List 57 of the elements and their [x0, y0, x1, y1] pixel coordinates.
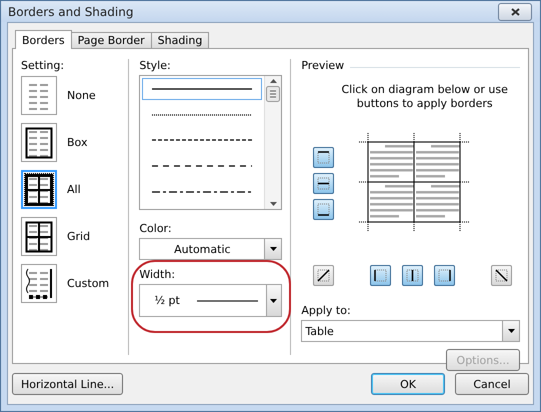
line-width-sample [196, 300, 258, 302]
border-toggle-button[interactable] [313, 146, 334, 168]
setting-label: All [67, 183, 81, 196]
top-border-icon [315, 148, 332, 166]
diagonal-up-border-icon [315, 267, 332, 284]
dialog-button[interactable]: OK [371, 373, 445, 395]
dialog-button[interactable]: Cancel [455, 373, 529, 395]
scroll-up-icon [270, 79, 277, 83]
color-dropdown[interactable]: Automatic [139, 238, 282, 260]
right-border-icon [436, 267, 454, 284]
grid-border-icon [25, 220, 53, 252]
setting-label: Grid [67, 230, 90, 243]
border-toggle-button[interactable] [313, 265, 334, 286]
scroll-down-icon [270, 202, 277, 206]
close-icon [510, 8, 520, 16]
setting-option[interactable] [21, 264, 57, 303]
color-label: Color: [139, 222, 173, 235]
border-toggle-button[interactable] [370, 265, 392, 286]
setting-label: Box [67, 136, 88, 149]
scroll-thumb[interactable] [266, 86, 280, 102]
width-dropdown[interactable]: ½ pt [139, 284, 282, 317]
width-label: Width: [139, 268, 176, 281]
setting-label: Setting: [21, 59, 66, 72]
tab[interactable]: Shading [150, 32, 210, 48]
border-toggle-button[interactable] [490, 265, 512, 286]
window-title: Borders and Shading [8, 4, 134, 18]
all-border-icon [25, 174, 53, 206]
preview-label: Preview [301, 59, 344, 72]
preview-hint: Click on diagram below or use buttons to apply borders [340, 83, 509, 111]
scrollbar[interactable] [264, 76, 282, 209]
left-border-icon [372, 267, 390, 284]
caret-icon [508, 329, 514, 333]
setting-option[interactable] [21, 170, 57, 209]
bottom-border-icon [315, 200, 332, 218]
tab[interactable]: Page Border [70, 32, 152, 48]
style-option[interactable] [142, 78, 262, 100]
style-label: Style: [139, 59, 172, 72]
inside-vertical-border-icon [404, 267, 422, 284]
apply-to-label: Apply to: [301, 304, 352, 317]
setting-option[interactable] [21, 123, 57, 162]
dialog-button[interactable]: Horizontal Line... [12, 373, 124, 395]
close-button[interactable] [498, 2, 532, 20]
border-toggle-button[interactable] [313, 198, 334, 220]
apply-to-dropdown[interactable]: Table [301, 320, 520, 342]
border-toggle-button[interactable] [434, 265, 456, 286]
tab[interactable]: Borders [15, 30, 72, 49]
border-toggle-button[interactable] [313, 172, 334, 194]
box-border-icon [25, 126, 53, 158]
setting-label: Custom [67, 277, 110, 290]
setting-option[interactable] [21, 217, 57, 256]
custom-border-icon [25, 268, 53, 300]
inside-horizontal-border-icon [315, 174, 332, 192]
border-toggle-button[interactable] [402, 265, 424, 286]
caret-icon [270, 298, 278, 302]
setting-label: None [67, 89, 96, 102]
caret-icon [270, 247, 277, 251]
diagonal-down-border-icon [492, 267, 510, 284]
